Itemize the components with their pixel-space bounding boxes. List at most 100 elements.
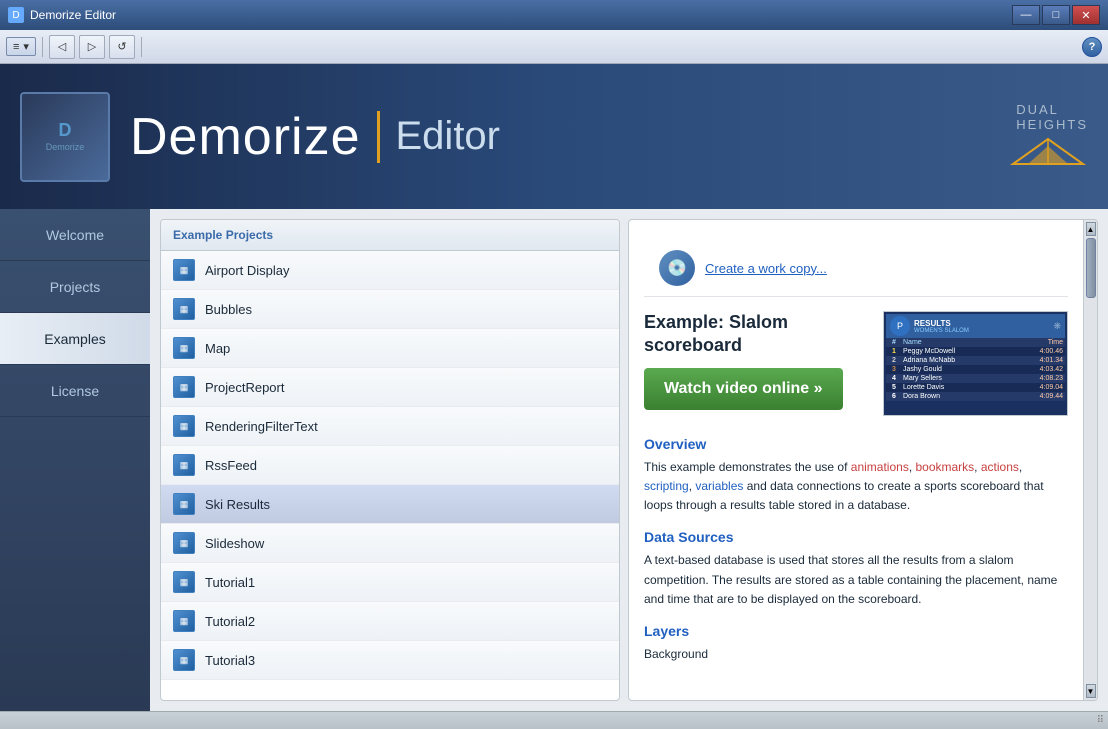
create-copy-link[interactable]: Create a work copy...: [705, 261, 827, 276]
thumb-row: # Name Time: [886, 338, 1065, 347]
thumb-logo: P: [890, 316, 910, 336]
copy-icon: 💿: [659, 250, 695, 286]
title-bar-controls: — □ ✕: [1012, 5, 1100, 25]
project-icon: ▦: [173, 649, 195, 671]
example-title-col: Example: Slalom scoreboard Watch video o…: [644, 311, 871, 424]
project-icon: ▦: [173, 259, 195, 281]
refresh-button[interactable]: ↺: [109, 35, 135, 59]
thumb-row: 1Peggy McDowell4:00.46: [886, 347, 1065, 356]
thumb-row: 3Jashy Gould4:03.42: [886, 365, 1065, 374]
overview-text: This example demonstrates the use of ani…: [644, 458, 1068, 516]
scrollbar-thumb[interactable]: [1086, 238, 1096, 298]
list-item[interactable]: ▦ RssFeed: [161, 446, 619, 485]
project-icon: ▦: [173, 337, 195, 359]
sidebar-item-license[interactable]: License: [0, 365, 150, 417]
sidebar-item-projects[interactable]: Projects: [0, 261, 150, 313]
sidebar-item-welcome[interactable]: Welcome: [0, 209, 150, 261]
scrollbar-area: [1086, 236, 1096, 684]
toolbar-combo[interactable]: ≡ ▾: [6, 37, 36, 56]
thumb-row: 5Lorette Davis4:09.04: [886, 383, 1065, 392]
detail-inner: 💿 Create a work copy... Example: Slalom …: [629, 220, 1097, 700]
sidebar-item-examples[interactable]: Examples: [0, 313, 150, 365]
app-title-editor: Editor: [396, 114, 501, 159]
app-icon: D: [8, 7, 24, 23]
overview-highlight-4: scripting: [644, 479, 689, 493]
project-icon: ▦: [173, 376, 195, 398]
toolbar: ≡ ▾ ◁ ▷ ↺ ?: [0, 30, 1108, 64]
list-item[interactable]: ▦ Bubbles: [161, 290, 619, 329]
thumb-brand-icon: ❋: [1053, 321, 1061, 332]
toolbar-separator-1: [42, 37, 43, 57]
list-item[interactable]: ▦ ProjectReport: [161, 368, 619, 407]
watch-video-button[interactable]: Watch video online »: [644, 368, 843, 410]
overview-highlight-2: bookmarks: [915, 460, 974, 474]
status-bar: ⠿: [0, 711, 1108, 729]
thumb-row: 2Adriana McNabb4:01.34: [886, 356, 1065, 365]
layers-text: Background: [644, 645, 1068, 664]
example-header: Example: Slalom scoreboard Watch video o…: [644, 311, 1068, 424]
project-icon: ▦: [173, 298, 195, 320]
project-icon: ▦: [173, 571, 195, 593]
project-icon: ▦: [173, 415, 195, 437]
maximize-button[interactable]: □: [1042, 5, 1070, 25]
title-bar-left: D Demorize Editor: [8, 7, 116, 23]
list-item-ski-results[interactable]: ▦ Ski Results: [161, 485, 619, 524]
logo-text: Demorize: [46, 142, 85, 154]
brand-icon: [1008, 132, 1088, 172]
thumb-header: P RESULTS WOMEN'S SLALOM ❋: [886, 314, 1065, 338]
app-header: D Demorize Demorize Editor DUALHEIGHTS: [0, 64, 1108, 209]
project-panel-header: Example Projects: [161, 220, 619, 251]
detail-scroll[interactable]: 💿 Create a work copy... Example: Slalom …: [629, 220, 1083, 700]
example-thumbnail: P RESULTS WOMEN'S SLALOM ❋ #: [883, 311, 1068, 416]
project-icon: ▦: [173, 493, 195, 515]
scrollbar-up-arrow[interactable]: ▲: [1086, 222, 1096, 236]
main-layout: Welcome Projects Examples License Exampl…: [0, 209, 1108, 711]
project-panel: Example Projects ▦ Airport Display ▦ Bub…: [160, 219, 620, 701]
overview-highlight-5: variables: [695, 479, 743, 493]
brand-name: DUALHEIGHTS: [1016, 102, 1088, 132]
overview-title: Overview: [644, 436, 1068, 452]
close-button[interactable]: ✕: [1072, 5, 1100, 25]
logo-inner: D Demorize: [46, 119, 85, 154]
content-area: Example Projects ▦ Airport Display ▦ Bub…: [150, 209, 1108, 711]
combo-arrow: ▾: [23, 40, 29, 53]
project-icon: ▦: [173, 454, 195, 476]
list-item[interactable]: ▦ Slideshow: [161, 524, 619, 563]
layers-title: Layers: [644, 623, 1068, 639]
app-title-main: Demorize: [130, 111, 361, 163]
list-item[interactable]: ▦ Tutorial1: [161, 563, 619, 602]
title-bar-text: Demorize Editor: [30, 8, 116, 22]
app-logo: D Demorize: [20, 92, 110, 182]
status-grip: ⠿: [1097, 715, 1104, 726]
thumb-row: 6Dora Brown4:09.44: [886, 392, 1065, 401]
data-sources-text: A text-based database is used that store…: [644, 551, 1068, 609]
list-item[interactable]: ▦ Tutorial3: [161, 641, 619, 680]
app-title-row: Demorize Editor: [130, 111, 500, 163]
create-copy-area: 💿 Create a work copy...: [644, 235, 1068, 297]
list-item[interactable]: ▦ Airport Display: [161, 251, 619, 290]
title-bar: D Demorize Editor — □ ✕: [0, 0, 1108, 30]
thumb-header-text: RESULTS WOMEN'S SLALOM: [914, 319, 969, 334]
project-icon: ▦: [173, 532, 195, 554]
data-sources-title: Data Sources: [644, 529, 1068, 545]
help-button[interactable]: ?: [1082, 37, 1102, 57]
toolbar-separator-2: [141, 37, 142, 57]
minimize-button[interactable]: —: [1012, 5, 1040, 25]
brand-logo: DUALHEIGHTS: [1008, 102, 1088, 172]
combo-icon: ≡: [13, 41, 19, 53]
thumb-row: 4Mary Sellers4:08.23: [886, 374, 1065, 383]
list-item[interactable]: ▦ Tutorial2: [161, 602, 619, 641]
back-button[interactable]: ◁: [49, 35, 75, 59]
example-section: Example: Slalom scoreboard Watch video o…: [644, 297, 1068, 664]
forward-button[interactable]: ▷: [79, 35, 105, 59]
project-icon: ▦: [173, 610, 195, 632]
detail-panel: 💿 Create a work copy... Example: Slalom …: [628, 219, 1098, 701]
project-list: ▦ Airport Display ▦ Bubbles ▦ Map ▦ Proj…: [161, 251, 619, 700]
list-item[interactable]: ▦ RenderingFilterText: [161, 407, 619, 446]
scrollbar-down-arrow[interactable]: ▼: [1086, 684, 1096, 698]
list-item[interactable]: ▦ Map: [161, 329, 619, 368]
scrollbar-track: ▲ ▼: [1083, 220, 1097, 700]
overview-highlight-3: actions: [981, 460, 1019, 474]
title-divider: [377, 111, 380, 163]
example-title: Example: Slalom scoreboard: [644, 311, 871, 358]
